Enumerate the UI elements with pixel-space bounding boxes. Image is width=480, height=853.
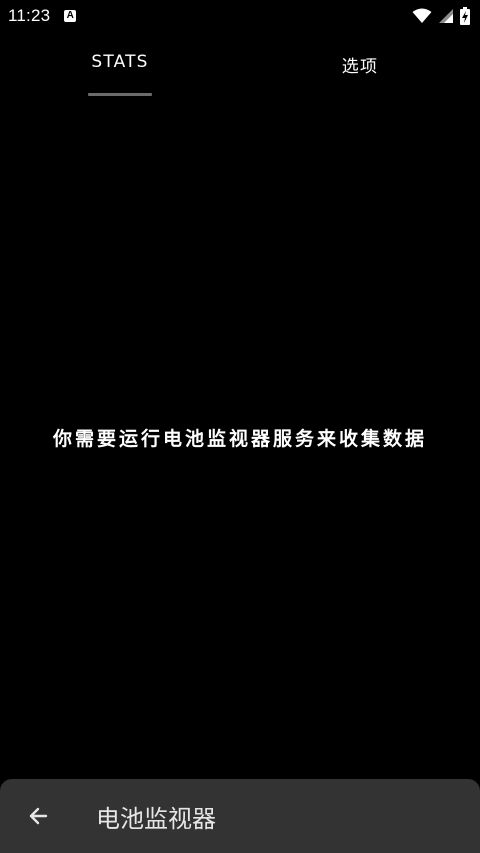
status-right xyxy=(412,7,470,25)
wifi-icon xyxy=(412,8,432,23)
bottom-bar: 电池监视器 xyxy=(0,779,480,853)
empty-state-message: 你需要运行电池监视器服务来收集数据 xyxy=(52,428,427,450)
battery-charging-icon xyxy=(460,7,470,25)
tab-options[interactable]: 选项 xyxy=(240,44,480,96)
bottom-bar-title: 电池监视器 xyxy=(96,804,216,833)
tab-stats-label: STATS xyxy=(91,52,149,72)
tab-stats[interactable]: STATS xyxy=(0,44,240,96)
signal-icon xyxy=(439,9,453,23)
tab-bar: STATS 选项 xyxy=(0,44,480,96)
arrow-left-icon xyxy=(29,807,48,825)
back-button[interactable] xyxy=(18,796,58,836)
status-bar: 11:23 A xyxy=(0,0,480,32)
a-icon: A xyxy=(64,10,77,22)
tab-selected-indicator xyxy=(88,93,152,96)
status-left: 11:23 A xyxy=(8,6,77,26)
status-time: 11:23 xyxy=(8,6,51,25)
tab-options-label: 选项 xyxy=(341,57,379,77)
